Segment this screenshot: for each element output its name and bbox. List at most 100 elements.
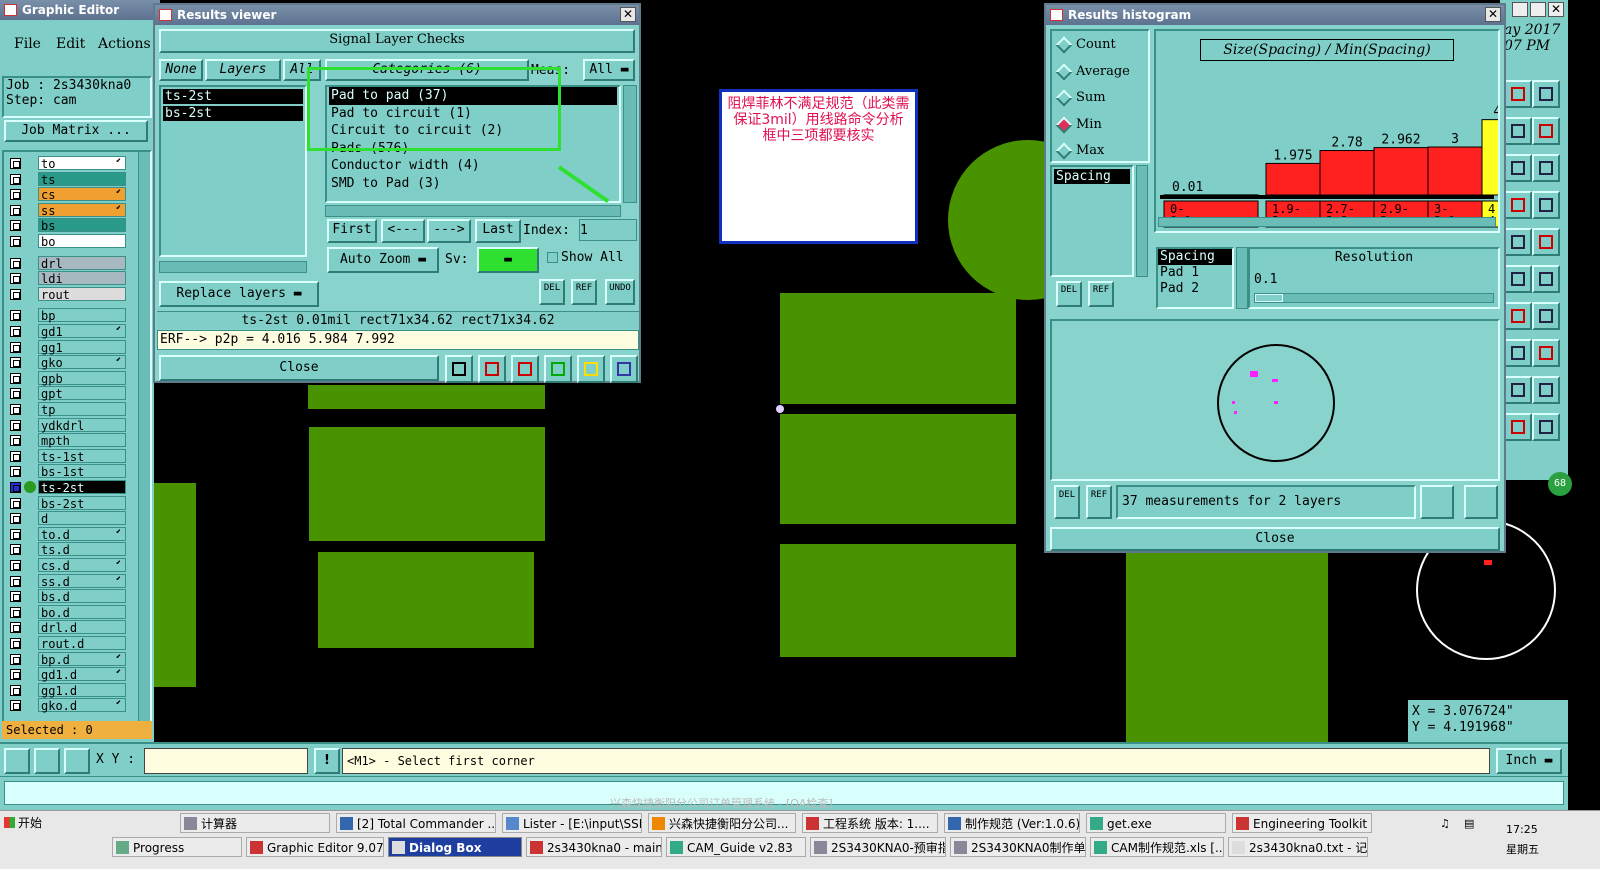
taskbar-button[interactable]: Dialog Box: [388, 837, 522, 857]
layer-checkbox[interactable]: [10, 622, 21, 634]
layer-row[interactable]: tp: [6, 402, 148, 417]
layer-name[interactable]: bs-1st: [38, 464, 126, 479]
layer-name[interactable]: ss.d: [38, 573, 126, 589]
layer-checkbox[interactable]: [10, 700, 21, 712]
layer-row[interactable]: cs ⬋: [6, 187, 148, 202]
layer-name[interactable]: gpt: [38, 386, 126, 401]
aggregate-option-min[interactable]: Min: [1052, 115, 1148, 135]
job-matrix-button[interactable]: Job Matrix ...: [4, 120, 148, 142]
layer-checkbox[interactable]: [10, 419, 21, 431]
taskbar-button[interactable]: 工程系统 版本: 1....: [802, 813, 938, 833]
export-icon[interactable]: [1420, 485, 1454, 519]
layer-checkbox[interactable]: [10, 544, 21, 556]
layer-row[interactable]: drl: [6, 255, 148, 271]
taskbar-button[interactable]: get.exe: [1086, 813, 1226, 833]
histogram-bar[interactable]: [1319, 150, 1375, 196]
network-icon[interactable]: ▤: [1464, 817, 1474, 830]
taskbar-button[interactable]: 制作规范 (Ver:1.0.6): [944, 813, 1080, 833]
taskbar-button[interactable]: Graphic Editor 9.07...: [246, 837, 384, 857]
layer-checkbox[interactable]: [10, 653, 21, 665]
layer-row[interactable]: bp.d ⬋: [6, 651, 148, 667]
radio-icon[interactable]: [1055, 89, 1073, 107]
layer-row[interactable]: to.d ⬋: [6, 526, 148, 542]
layer-checkbox[interactable]: [10, 450, 21, 462]
layer-checkbox[interactable]: [10, 404, 21, 415]
layer-name[interactable]: ldi: [38, 271, 126, 286]
taskbar-button[interactable]: 兴森快捷衡阳分公司...: [648, 813, 796, 833]
layer-name[interactable]: bs.d: [38, 589, 126, 604]
close-icon[interactable]: ✕: [1548, 2, 1564, 17]
select-tool-icon[interactable]: [1532, 80, 1560, 108]
highlight-icon[interactable]: [445, 355, 473, 383]
layer-name[interactable]: ts-1st: [38, 448, 126, 464]
layer-name[interactable]: rout.d: [38, 636, 126, 651]
layer-checkbox[interactable]: [10, 158, 21, 169]
xy-input[interactable]: [144, 748, 308, 774]
layer-row[interactable]: rout.d: [6, 636, 148, 651]
radio-icon[interactable]: [1055, 142, 1073, 160]
layer-checkbox[interactable]: [10, 288, 21, 300]
list-item[interactable]: Spacing: [1158, 249, 1232, 265]
menu-edit[interactable]: Edit: [56, 36, 85, 52]
aggregate-option-average[interactable]: Average: [1052, 62, 1148, 82]
resolution-slider-thumb[interactable]: [1255, 294, 1283, 302]
layer-name[interactable]: ydkdrl: [38, 417, 126, 433]
stretch-icon[interactable]: [1532, 339, 1560, 367]
layer-checkbox[interactable]: [10, 528, 21, 540]
layer-name[interactable]: bo: [38, 234, 126, 249]
pointer-icon[interactable]: [1532, 413, 1560, 441]
layer-row[interactable]: gpt: [6, 386, 148, 401]
layer-checkbox[interactable]: [10, 204, 21, 216]
results-close-button[interactable]: Close: [159, 355, 439, 381]
layer-row[interactable]: mpth: [6, 433, 148, 448]
layer-row[interactable]: ts: [6, 171, 148, 187]
grid-dot-icon[interactable]: [1532, 228, 1560, 256]
layer-checkbox[interactable]: [10, 591, 21, 603]
meas-select[interactable]: All ▬: [583, 59, 635, 81]
chart-hscroll[interactable]: [1158, 217, 1496, 227]
layer-checkbox[interactable]: [10, 435, 21, 447]
mirror-icon[interactable]: [1504, 302, 1532, 330]
taskbar-button[interactable]: 2S3430KNA0制作单...: [950, 837, 1086, 857]
layer-row[interactable]: bs.d: [6, 589, 148, 604]
histogram-icon[interactable]: [610, 355, 638, 383]
layer-checkbox[interactable]: [10, 669, 21, 681]
sort-icon[interactable]: [544, 355, 572, 383]
snap-icon[interactable]: [1504, 228, 1532, 256]
fill-icon[interactable]: [1504, 413, 1532, 441]
layer-row[interactable]: rout: [6, 286, 148, 302]
first-button[interactable]: First: [327, 219, 377, 243]
notes-icon[interactable]: [577, 355, 605, 383]
alert-icon[interactable]: !: [314, 748, 340, 774]
pin-icon[interactable]: [1504, 265, 1532, 293]
layer-name[interactable]: gg1: [38, 339, 126, 355]
layer-row[interactable]: cs.d ⬋: [6, 558, 148, 573]
layer-row[interactable]: bs-2st: [6, 495, 148, 511]
copy-tool-icon[interactable]: [1504, 117, 1532, 145]
del-icon[interactable]: DEL: [1056, 281, 1082, 307]
tab-none[interactable]: None: [159, 59, 203, 81]
histogram-bar[interactable]: [1373, 147, 1429, 196]
layer-checkbox[interactable]: [10, 326, 21, 337]
del-icon[interactable]: DEL: [1054, 485, 1080, 519]
resolution-slider[interactable]: [1254, 293, 1494, 303]
next-button[interactable]: --->: [427, 219, 471, 243]
show-all-checkbox[interactable]: [547, 252, 558, 263]
layer-name[interactable]: tp: [38, 402, 126, 417]
layer-checkbox[interactable]: [10, 388, 21, 400]
layer-name[interactable]: gpb: [38, 370, 126, 386]
measure-list-vscroll[interactable]: [1136, 165, 1148, 277]
start-button[interactable]: 开始: [2, 813, 58, 833]
layer-row[interactable]: gd1 ⬋: [6, 324, 148, 339]
zoom-area-icon[interactable]: [34, 748, 60, 774]
taskbar-button[interactable]: Lister - [E:\input\SSB7...: [502, 813, 642, 833]
layer-row[interactable]: drl.d: [6, 620, 148, 635]
undo-icon[interactable]: UNDO: [605, 279, 635, 305]
categories-hscroll[interactable]: [325, 205, 621, 217]
signal-layer-checks-header[interactable]: Signal Layer Checks: [159, 29, 635, 53]
layer-name[interactable]: cs.d: [38, 558, 126, 573]
sv-select[interactable]: ▬: [477, 247, 539, 273]
del-icon[interactable]: DEL: [539, 279, 565, 305]
menu-file[interactable]: File: [14, 36, 41, 52]
histogram-bar[interactable]: [1427, 146, 1483, 196]
